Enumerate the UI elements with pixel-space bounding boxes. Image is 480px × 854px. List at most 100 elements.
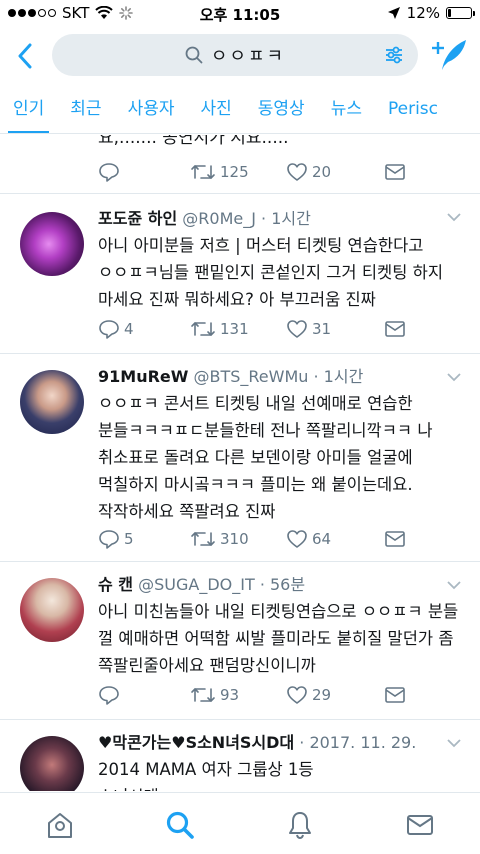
battery-percent: 12% xyxy=(406,4,440,22)
tweet-header: 91MuReW @BTS_ReWMu · 1시간 xyxy=(98,366,466,388)
like-button[interactable]: 64 xyxy=(286,529,331,549)
tweet-text: 아니 미친놈들아 내일 티켓팅연습으로 ㅇㅇㅍㅋ 분들 껄 예매하면 어떡함 씨… xyxy=(98,602,459,675)
like-button[interactable]: 29 xyxy=(286,685,331,705)
tab-photos[interactable]: 사진 xyxy=(187,86,244,133)
retweet-button[interactable]: 131 xyxy=(190,320,249,338)
search-query: ㅇㅇㅍㅋ xyxy=(210,46,286,67)
tweet-text: 아니 아미분들 저흐 | 머스터 티켓팅 연습한다고 ㅇㅇㅍㅋ님들 팬밑인지 콘… xyxy=(98,236,444,309)
battery-icon xyxy=(446,7,475,19)
retweet-count: 125 xyxy=(220,163,249,181)
tab-latest[interactable]: 최근 xyxy=(57,86,114,133)
tab-news[interactable]: 뉴스 xyxy=(318,86,375,133)
tweet-actions: 125 20 xyxy=(98,157,466,187)
envelope-icon xyxy=(385,321,405,337)
envelope-icon xyxy=(385,531,405,547)
reply-count: 5 xyxy=(124,530,134,548)
display-name[interactable]: ♥막콘가는♥S소N녀S시D대 xyxy=(98,733,294,752)
messages-icon xyxy=(407,815,433,835)
like-count: 31 xyxy=(312,320,332,338)
tab-people[interactable]: 사용자 xyxy=(115,86,188,133)
avatar[interactable] xyxy=(20,736,84,791)
nav-search[interactable] xyxy=(160,805,200,845)
bottom-navigation xyxy=(0,792,480,854)
nav-messages[interactable] xyxy=(400,805,440,845)
tab-periscope[interactable]: Perisc xyxy=(375,86,451,133)
reply-icon xyxy=(99,530,119,549)
heart-icon xyxy=(287,320,307,338)
display-name[interactable]: 슈 캔 xyxy=(98,575,133,594)
back-button[interactable] xyxy=(10,38,40,74)
tweet-header: 슈 캔 @SUGA_DO_IT · 56분 xyxy=(98,574,466,596)
search-tabs: 인기 최근 사용자 사진 동영상 뉴스 Perisc xyxy=(0,86,480,134)
share-dm-button[interactable] xyxy=(384,320,406,338)
avatar[interactable] xyxy=(20,370,84,434)
retweet-button[interactable]: 125 xyxy=(190,163,249,181)
search-icon xyxy=(185,46,203,64)
compose-tweet-button[interactable] xyxy=(430,36,470,74)
share-dm-button[interactable] xyxy=(384,530,406,548)
tweet-feed: 요,....... 공연서가 지요..... 125 20 포도쥰 하인 @R0… xyxy=(0,135,480,791)
chevron-down-icon[interactable] xyxy=(446,580,462,590)
like-count: 20 xyxy=(312,163,332,181)
nav-home[interactable] xyxy=(40,805,80,845)
retweet-count: 93 xyxy=(220,686,240,704)
tab-top[interactable]: 인기 xyxy=(0,86,57,133)
avatar[interactable] xyxy=(20,212,84,276)
chevron-down-icon[interactable] xyxy=(446,738,462,748)
display-name[interactable]: 포도쥰 하인 xyxy=(98,209,177,228)
heart-icon xyxy=(287,530,307,548)
home-icon xyxy=(48,813,72,838)
reply-button[interactable]: 5 xyxy=(98,529,134,549)
tweet-header: 포도쥰 하인 @R0Me_J · 1시간 xyxy=(98,208,466,230)
reply-icon xyxy=(99,320,119,339)
envelope-icon xyxy=(385,164,405,180)
retweet-icon xyxy=(191,532,215,546)
handle-time: @R0Me_J · 1시간 xyxy=(182,209,311,228)
handle-time: @SUGA_DO_IT · 56분 xyxy=(138,575,306,594)
retweet-icon xyxy=(191,688,215,702)
filter-icon[interactable] xyxy=(384,45,404,65)
search-input[interactable]: ㅇㅇㅍㅋ xyxy=(52,34,418,76)
tweet-text: ㅇㅇㅍㅋ 콘서트 티켓팅 내일 선예매로 연습한 분들ㅋㅋㅋㅍㄷ분들한테 전나 … xyxy=(98,394,433,521)
retweet-icon xyxy=(191,165,215,179)
handle-time: · 2017. 11. 29. xyxy=(299,733,417,752)
display-name[interactable]: 91MuReW xyxy=(98,367,188,386)
retweet-icon xyxy=(191,322,215,336)
like-button[interactable]: 20 xyxy=(286,162,331,182)
avatar[interactable] xyxy=(20,578,84,642)
share-dm-button[interactable] xyxy=(384,163,406,181)
heart-icon xyxy=(287,686,307,704)
nav-notifications[interactable] xyxy=(280,805,320,845)
tweet-item[interactable]: 포도쥰 하인 @R0Me_J · 1시간 아니 아미분들 저흐 | 머스터 티켓… xyxy=(0,193,480,353)
share-dm-button[interactable] xyxy=(384,686,406,704)
retweet-count: 131 xyxy=(220,320,249,338)
tweet-actions: 93 29 xyxy=(98,680,466,710)
reply-button[interactable] xyxy=(98,162,120,182)
reply-button[interactable]: 4 xyxy=(98,319,134,339)
tweet-item[interactable]: ♥막콘가는♥S소N녀S시D대 · 2017. 11. 29. 2014 MAMA… xyxy=(0,719,480,791)
tab-videos[interactable]: 동영상 xyxy=(245,86,318,133)
chevron-down-icon[interactable] xyxy=(446,212,462,222)
reply-count: 4 xyxy=(124,320,134,338)
chevron-left-icon xyxy=(18,43,32,69)
search-header: ㅇㅇㅍㅋ xyxy=(0,30,480,82)
reply-button[interactable] xyxy=(98,685,120,705)
tweet-actions: 5 310 64 xyxy=(98,524,466,554)
tweet-item[interactable]: 슈 캔 @SUGA_DO_IT · 56분 아니 미친놈들아 내일 티켓팅연습으… xyxy=(0,561,480,719)
status-right: 12% xyxy=(387,4,475,22)
like-button[interactable]: 31 xyxy=(286,319,331,339)
compose-icon xyxy=(432,40,466,70)
tweet-text: 2014 MAMA 여자 그룹상 1등 소녀시대 xyxy=(98,760,314,791)
retweet-button[interactable]: 310 xyxy=(190,530,249,548)
tweet-item[interactable]: 91MuReW @BTS_ReWMu · 1시간 ㅇㅇㅍㅋ 콘서트 티켓팅 내일… xyxy=(0,353,480,561)
heart-icon xyxy=(287,163,307,181)
envelope-icon xyxy=(385,687,405,703)
retweet-button[interactable]: 93 xyxy=(190,686,239,704)
retweet-count: 310 xyxy=(220,530,249,548)
like-count: 64 xyxy=(312,530,332,548)
status-bar: SKT 오후 11:05 12% xyxy=(0,0,480,28)
chevron-down-icon[interactable] xyxy=(446,372,462,382)
like-count: 29 xyxy=(312,686,332,704)
search-icon xyxy=(166,811,194,839)
tweet-actions: 4 131 31 xyxy=(98,314,466,344)
